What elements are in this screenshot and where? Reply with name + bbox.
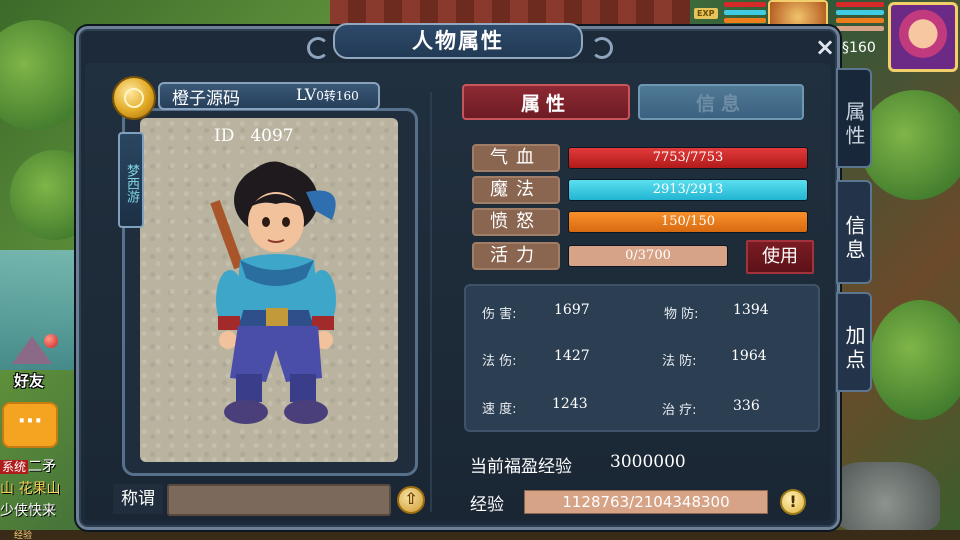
- bonus-exp-label: 当前福盈经验: [470, 457, 572, 477]
- window-title-plate: 人物属性: [333, 23, 583, 59]
- chat-text: 山 花果山: [0, 481, 61, 497]
- damage-value: 1697: [554, 302, 590, 318]
- magic-def-value: 1964: [731, 348, 767, 364]
- chat-line: 少侠快来: [0, 500, 80, 522]
- vitality-bar: 0/3700: [568, 245, 728, 267]
- exp-badge: EXP: [694, 8, 718, 19]
- tab-attributes[interactable]: 属性: [462, 84, 630, 120]
- bottom-exp-label: 经验: [14, 531, 33, 540]
- panel-divider: [430, 92, 432, 512]
- bottom-exp-bar: 经验: [0, 530, 960, 540]
- mp-bar: 2913/2913: [568, 179, 808, 201]
- hp-label: 气血: [472, 144, 560, 172]
- magic-dmg-label: 法 伤:: [482, 354, 517, 369]
- chat-bubble-icon[interactable]: ···: [2, 402, 58, 448]
- notification-dot-icon: [44, 334, 58, 348]
- vitality-label: 活力: [472, 242, 560, 270]
- heal-value: 336: [733, 398, 760, 414]
- chat-line: 山 花果山: [0, 478, 80, 500]
- use-vitality-button[interactable]: 使用: [746, 240, 814, 274]
- title-ornament-right: [591, 37, 613, 59]
- anger-label: 愤怒: [472, 208, 560, 236]
- magic-dmg-value: 1427: [554, 348, 590, 364]
- player-avatar[interactable]: [888, 2, 958, 72]
- character-level: LV0转160: [296, 85, 359, 104]
- magic-def-label: 法 防:: [662, 354, 697, 369]
- close-button[interactable]: ×: [813, 35, 837, 60]
- change-title-up-arrow-icon[interactable]: ⇧: [397, 486, 425, 514]
- side-tab-info[interactable]: 信息: [836, 180, 872, 284]
- id-label: ID: [214, 126, 235, 146]
- side-tab-attributes[interactable]: 属性: [836, 68, 872, 168]
- chat-system-tag: 系统: [0, 460, 29, 474]
- currency-value: 160: [849, 40, 876, 56]
- background-tree: [860, 90, 960, 200]
- character-name: 橙子源码: [172, 89, 240, 109]
- friends-button[interactable]: 好友: [6, 332, 58, 390]
- currency-prefix: §: [842, 40, 849, 56]
- exp-label: 经验: [470, 495, 504, 515]
- phys-def-label: 物 防:: [664, 307, 699, 322]
- pet-status-bars: [724, 2, 766, 26]
- chat-log[interactable]: 系统 二矛 山 花果山 少侠快来: [0, 456, 80, 522]
- character-id: ID 4097: [214, 126, 294, 146]
- player-status-bars: [836, 2, 884, 34]
- chat-text: 少侠快来: [0, 503, 56, 519]
- title-ornament-left: [307, 37, 329, 59]
- id-value: 4097: [250, 126, 294, 146]
- chat-line: 系统 二矛: [0, 456, 80, 478]
- speed-label: 速 度:: [482, 402, 517, 417]
- damage-label: 伤 害:: [482, 307, 517, 322]
- window-title: 人物属性: [412, 29, 504, 53]
- tab-info[interactable]: 信息: [638, 84, 804, 120]
- title-label: 称谓: [113, 484, 163, 514]
- title-field[interactable]: [167, 484, 391, 516]
- background-rocks: [830, 462, 940, 532]
- exp-bar: 1128763/2104348300: [524, 490, 768, 514]
- speed-value: 1243: [552, 396, 588, 412]
- friends-label: 好友: [14, 372, 45, 390]
- coin-emblem-icon: [112, 76, 156, 120]
- background-tree: [870, 300, 960, 420]
- side-tab-add-points[interactable]: 加点: [836, 292, 872, 392]
- level-value: 0转160: [316, 89, 359, 103]
- anger-bar: 150/150: [568, 211, 808, 233]
- heal-label: 治 疗:: [662, 403, 697, 418]
- level-prefix: LV: [296, 85, 317, 104]
- sect-tag: 梦西游: [118, 132, 144, 228]
- hp-bar: 7753/7753: [568, 147, 808, 169]
- currency-display: §160: [842, 40, 876, 56]
- phys-def-value: 1394: [733, 302, 769, 318]
- bonus-exp-value: 3000000: [610, 452, 686, 472]
- mp-label: 魔法: [472, 176, 560, 204]
- exclamation-info-icon[interactable]: !: [780, 489, 806, 515]
- character-portrait: [210, 161, 336, 424]
- chat-text: 二矛: [28, 459, 57, 475]
